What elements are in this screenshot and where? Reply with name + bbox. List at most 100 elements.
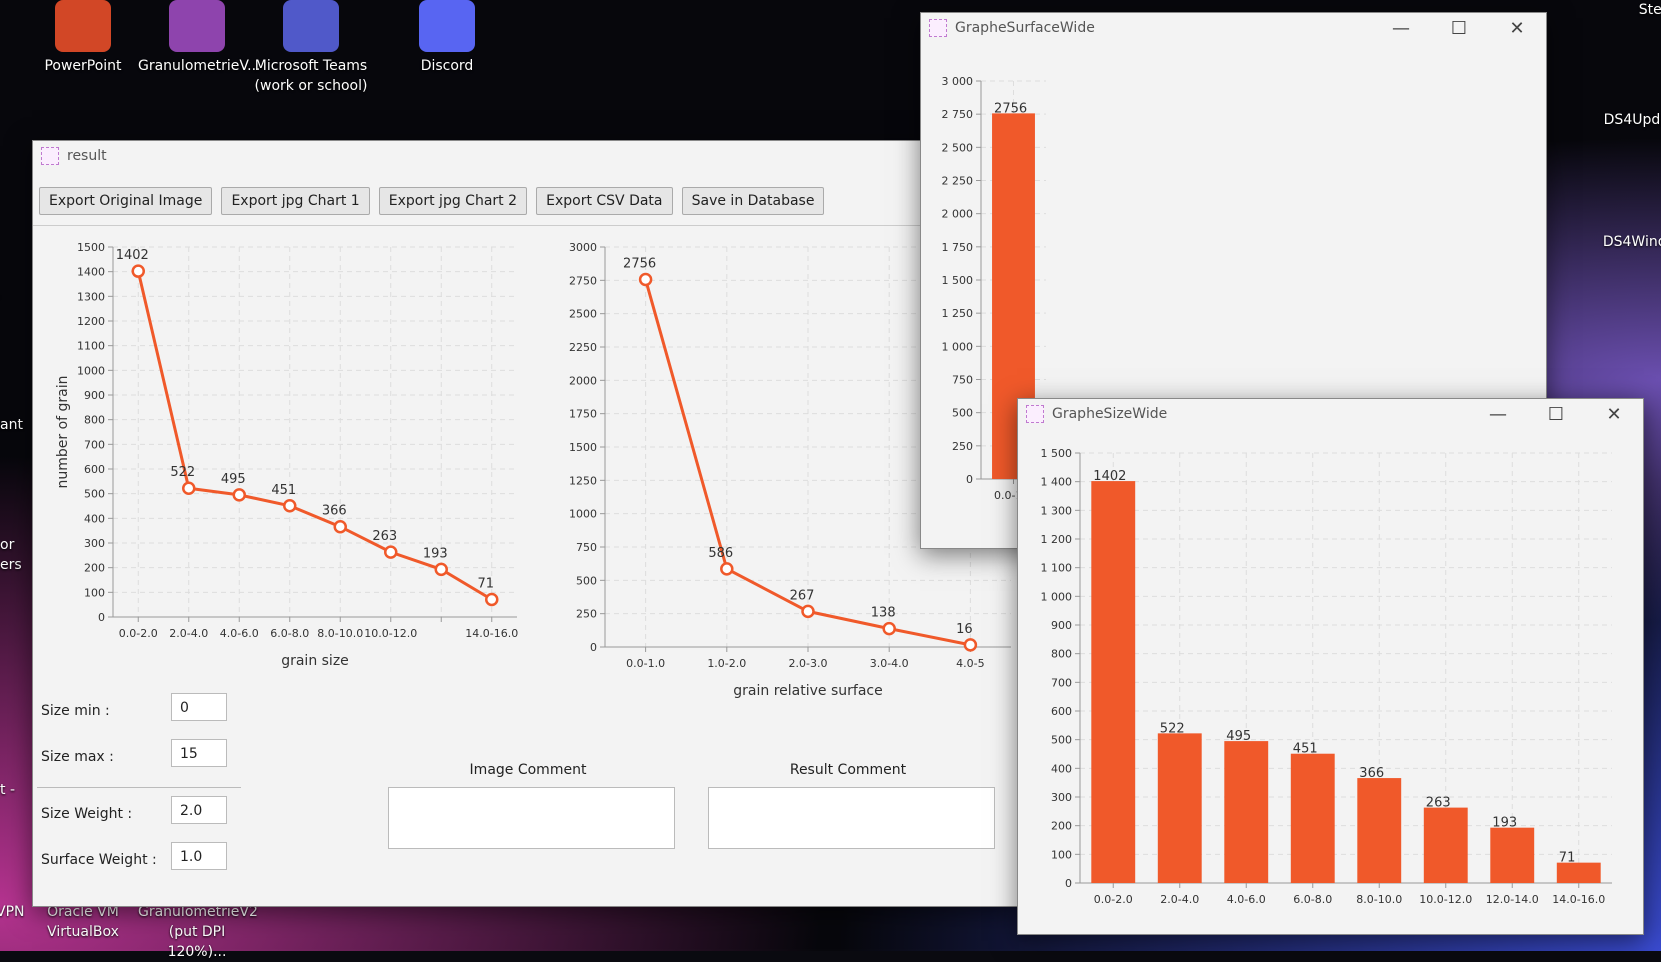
desktop-icon-label: Microsoft Teams [254,58,368,74]
x-tick-label: 1.0-2.0 [707,657,746,670]
desktop-icon[interactable]: DS4Updat [1580,110,1661,130]
y-tick-label: 2750 [569,274,597,287]
image-comment-label: Image Comment [469,762,587,778]
x-tick-label: 3.0-4.0 [870,657,909,670]
surface-titlebar[interactable]: GrapheSurfaceWide — ☐ ✕ [921,13,1546,43]
result-comment-textarea[interactable] [708,787,995,849]
minimize-icon[interactable]: — [1469,404,1527,425]
y-tick-label: 300 [84,537,105,550]
desktop-icon[interactable]: Oracle VM VirtualBox [24,902,142,942]
y-tick-label: 300 [1051,791,1072,804]
data-point [882,621,896,636]
data-label: 2756 [623,257,656,272]
data-point [232,488,246,502]
app-icon [169,0,225,52]
data-point [720,562,734,576]
export-original-image-button[interactable]: Export Original Image [39,187,213,215]
data-label: 1402 [116,248,149,263]
y-tick-label: 3000 [569,241,597,254]
toolbar: Export Original Image Export jpg Chart 1… [39,187,828,215]
size-min-input[interactable]: 0 [171,693,227,721]
data-label: 1402 [1093,469,1126,484]
y-tick-label: 0 [966,473,973,486]
data-label: 71 [1559,851,1576,866]
image-comment-textarea[interactable] [388,787,675,849]
size-titlebar[interactable]: GrapheSizeWide — ☐ ✕ [1018,399,1643,429]
x-tick-label: 6.0-8.0 [1293,893,1332,906]
y-tick-label: 1500 [77,241,105,254]
desktop-icon-label: Stean [1638,2,1661,18]
edge-text: t - [0,782,15,798]
y-tick-label: 900 [1051,619,1072,632]
y-tick-label: 500 [952,407,973,420]
desktop-icon-label: VirtualBox [47,924,119,940]
y-tick-label: 2500 [569,308,597,321]
close-icon[interactable]: ✕ [1585,404,1643,425]
y-tick-label: 800 [84,414,105,427]
window-title: GrapheSizeWide [1052,406,1168,422]
data-label: 495 [221,472,246,487]
close-icon[interactable]: ✕ [1488,18,1546,39]
data-label: 366 [1359,766,1384,781]
bar [1556,862,1601,883]
data-label: 267 [790,588,815,603]
surface-weight-input[interactable]: 1.0 [171,842,227,870]
desktop-icon[interactable]: GranulometrieV... [138,0,261,76]
y-tick-label: 200 [1051,820,1072,833]
edge-text: ant [0,417,23,433]
edge-text: r [0,290,14,310]
y-tick-label: 700 [1051,676,1072,689]
desktop-icon-label: (put DPI 120%)... [167,924,227,960]
save-in-database-button[interactable]: Save in Database [681,187,825,215]
bar [1157,733,1202,883]
desktop-icon[interactable]: GranulometrieV2 (put DPI 120%)... [138,902,258,962]
size-bar-chart: 0 100 200 300 400 500 600 700 800 900 1 000 1 100 1 … [1041,447,1612,906]
y-tick-label: 2 250 [942,175,974,188]
result-comment-label: Result Comment [789,762,907,778]
y-tick-label: 250 [576,608,597,621]
data-point [434,562,448,577]
y-tick-label: 2 750 [942,108,974,121]
result-titlebar[interactable]: result [33,141,1018,171]
y-tick-label: 800 [1051,648,1072,661]
data-label: 71 [477,576,494,591]
y-tick-label: 1300 [77,290,105,303]
y-tick-label: 1400 [77,266,105,279]
desktop-icon[interactable]: DS4Windo [1580,232,1661,252]
maximize-icon[interactable]: ☐ [1430,18,1488,39]
export-jpg-chart-2-button[interactable]: Export jpg Chart 2 [378,187,528,215]
app-icon [55,0,111,52]
window-title: GrapheSurfaceWide [955,20,1095,36]
y-tick-label: 1 250 [942,307,974,320]
edge-text: VPN [0,904,25,920]
export-csv-data-button[interactable]: Export CSV Data [536,187,673,215]
desktop-icon[interactable]: Stean [1600,0,1661,20]
size-line-chart: 0 100 200 300 400 500 600 700 800 900 1000 1100 1200… [55,241,518,669]
data-label: 16 [956,622,973,637]
export-jpg-chart-1-button[interactable]: Export jpg Chart 1 [221,187,370,215]
desktop-icon-label: GranulometrieV... [138,58,261,74]
size-weight-label: Size Weight : [41,806,133,822]
app-icon [1026,405,1044,423]
desktop-icon-label: Discord [420,58,474,74]
data-point [182,481,196,495]
maximize-icon[interactable]: ☐ [1527,404,1585,425]
y-tick-label: 2000 [569,374,597,387]
minimize-icon[interactable]: — [1372,18,1430,39]
y-tick-label: 1 300 [1041,504,1073,517]
size-max-input[interactable]: 15 [171,739,227,767]
data-point [801,604,815,619]
y-tick-label: 3 000 [942,75,974,88]
bar [1423,807,1468,883]
desktop-icon[interactable]: PowerPoint [24,0,142,76]
data-point [485,592,499,607]
x-tick-label: 2.0-4.0 [169,627,208,640]
x-axis-title: grain relative surface [733,683,882,699]
desktop-icon[interactable]: Microsoft Teams (work or school) [252,0,370,96]
edge-text: or [0,537,15,553]
x-tick-label: 0.0-2.0 [1094,893,1133,906]
desktop-icon[interactable]: Discord [388,0,506,76]
x-tick-label: 4.0-5 [956,657,984,670]
size-weight-input[interactable]: 2.0 [171,796,227,824]
desktop-icon-label: PowerPoint [44,58,122,74]
